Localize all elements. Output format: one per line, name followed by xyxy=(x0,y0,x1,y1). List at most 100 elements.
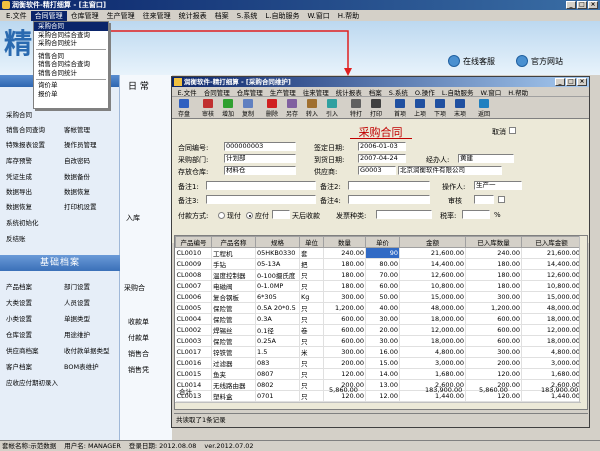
table-cell[interactable]: 10,800.00 xyxy=(521,280,582,292)
table-cell[interactable]: 300.00 xyxy=(465,346,522,358)
table-cell[interactable]: 40.00 xyxy=(365,302,400,314)
minimize-button[interactable]: _ xyxy=(566,1,576,9)
daily-item[interactable]: 收款单 xyxy=(128,317,149,327)
table-cell[interactable]: 保险管 xyxy=(211,335,256,347)
sidebar-item[interactable]: 客户档案 xyxy=(6,361,32,371)
table-cell[interactable]: 240.00 xyxy=(465,247,522,259)
toolbar-button[interactable]: 审核 xyxy=(198,98,218,118)
supplier-name-field[interactable]: 北京润衡软件有限公司 xyxy=(398,166,502,175)
table-cell[interactable]: CL0004 xyxy=(175,313,212,325)
table-cell[interactable]: 只 xyxy=(299,313,324,325)
handler-field[interactable]: 黄建 xyxy=(458,154,514,163)
due-radio[interactable] xyxy=(246,212,253,219)
table-cell[interactable]: 48,000.00 xyxy=(399,302,466,314)
sidebar-item[interactable]: 打印机设置 xyxy=(64,201,97,211)
toolbar-button[interactable]: 打印 xyxy=(366,98,386,118)
table-cell[interactable]: 05-13A xyxy=(255,258,300,270)
sidebar-item[interactable]: 数据备份 xyxy=(64,171,90,181)
table-cell[interactable]: 05HKB0330 xyxy=(255,247,300,259)
table-cell[interactable]: 卷 xyxy=(299,324,324,336)
sidebar-item[interactable]: 用途维护 xyxy=(64,329,90,339)
sidebar-item[interactable]: 仓库设置 xyxy=(6,329,32,339)
table-cell[interactable]: 12,600.00 xyxy=(521,269,582,281)
menu-warehouse[interactable]: 仓库管理 xyxy=(67,11,103,21)
table-cell[interactable]: 0-1.0MP xyxy=(255,280,300,292)
table-row[interactable]: CL0017 锌铁管 1.5 米 300.00 16.00 4,800.00 300.00 4,… xyxy=(175,346,582,358)
sidebar-item[interactable]: 数据恢复 xyxy=(64,186,90,196)
table-cell[interactable]: 180.00 xyxy=(465,258,522,270)
table-cell[interactable]: 600.00 xyxy=(465,335,522,347)
table-cell[interactable]: 18,000.00 xyxy=(399,313,466,325)
table-cell[interactable]: 锌铁管 xyxy=(211,346,256,358)
daily-item[interactable]: 销售凭 xyxy=(128,365,149,375)
official-site-link[interactable]: 官方网站 xyxy=(516,55,563,67)
daily-tab[interactable]: 日 常 xyxy=(128,79,149,92)
note3-field[interactable] xyxy=(206,195,316,204)
table-cell[interactable]: 只 xyxy=(299,368,324,380)
toolbar-button[interactable]: 删除 xyxy=(262,98,282,118)
table-row[interactable]: CL0016 过滤器 083 只 200.00 15.00 3,000.00 200.00 3,… xyxy=(175,357,582,369)
menu-item[interactable]: 档案 xyxy=(365,87,385,97)
table-cell[interactable]: 600.00 xyxy=(323,324,366,336)
table-cell[interactable]: 0.25A xyxy=(255,335,300,347)
menu-item[interactable]: E.文件 xyxy=(174,87,200,97)
tax-field[interactable] xyxy=(462,210,490,219)
sidebar-item[interactable]: 大类设置 xyxy=(6,297,32,307)
note4-field[interactable] xyxy=(348,195,430,204)
table-cell[interactable]: 18,000.00 xyxy=(521,335,582,347)
dropdown-item[interactable]: 报价单 xyxy=(34,90,108,99)
sidebar-item[interactable]: 数据导出 xyxy=(6,186,32,196)
arrive-date-field[interactable]: 2007-04-24 xyxy=(358,154,406,163)
operator-field[interactable]: 生产一 xyxy=(474,181,522,190)
sidebar-item[interactable]: 收付款单据类型 xyxy=(64,345,110,355)
cancel-checkbox[interactable] xyxy=(509,127,516,134)
dropdown-item[interactable]: 采购合同综合查询 xyxy=(34,31,108,40)
daily-item[interactable]: 入库 xyxy=(126,213,140,223)
table-cell[interactable]: 90 xyxy=(365,247,400,259)
table-cell[interactable]: 21,600.00 xyxy=(399,247,466,259)
table-cell[interactable]: 焊锡丝 xyxy=(211,324,256,336)
table-cell[interactable]: 过滤器 xyxy=(211,357,256,369)
online-service-link[interactable]: 在线客服 xyxy=(448,55,495,67)
sidebar-item[interactable]: 产品档案 xyxy=(6,281,32,291)
menu-archive[interactable]: 档案 xyxy=(211,11,233,21)
dropdown-item[interactable]: 销售合同 xyxy=(34,52,108,61)
invoice-type-field[interactable] xyxy=(376,210,432,219)
days-field[interactable] xyxy=(272,210,290,219)
table-cell[interactable]: CL0006 xyxy=(175,291,212,303)
table-cell[interactable]: 手钻 xyxy=(211,258,256,270)
dropdown-item-purchase-contract[interactable]: 采购合同 xyxy=(34,22,108,31)
table-cell[interactable]: 1,680.00 xyxy=(521,368,582,380)
table-row[interactable]: CL0006 复合钢板 6*305 Kg 300.00 50.00 15,000.00 300… xyxy=(175,291,582,303)
contract-no-field[interactable]: 000000003 xyxy=(224,142,296,151)
minimize-button[interactable]: _ xyxy=(555,78,565,86)
grid-column-header[interactable]: 产品编号 xyxy=(175,236,212,248)
grid-column-header[interactable]: 金额 xyxy=(399,236,466,248)
table-cell[interactable]: 30.00 xyxy=(365,335,400,347)
sidebar-item[interactable]: BOM表维护 xyxy=(64,361,99,371)
sidebar-item[interactable]: 部门设置 xyxy=(64,281,90,291)
note1-field[interactable] xyxy=(206,181,316,190)
horizontal-scrollbar[interactable] xyxy=(175,402,581,409)
table-cell[interactable]: 083 xyxy=(255,357,300,369)
table-cell[interactable]: 只 xyxy=(299,357,324,369)
table-cell[interactable]: 0.1径 xyxy=(255,324,300,336)
table-cell[interactable]: 15,000.00 xyxy=(521,291,582,303)
sidebar-item[interactable]: 采购合同 xyxy=(6,109,32,119)
table-cell[interactable]: 4,800.00 xyxy=(521,346,582,358)
sidebar-item[interactable]: 凭证生成 xyxy=(6,171,32,181)
maximize-button[interactable]: □ xyxy=(566,78,576,86)
table-cell[interactable]: 180.00 xyxy=(323,280,366,292)
daily-item[interactable]: 采购合 xyxy=(124,283,145,293)
table-cell[interactable]: CL0002 xyxy=(175,324,212,336)
sidebar-item[interactable]: 特殊报表设置 xyxy=(6,139,45,149)
table-cell[interactable]: 3,000.00 xyxy=(521,357,582,369)
table-cell[interactable]: 180.00 xyxy=(323,258,366,270)
table-cell[interactable]: 只 xyxy=(299,302,324,314)
menu-file[interactable]: E.文件 xyxy=(2,11,31,21)
table-cell[interactable]: 1,200.00 xyxy=(323,302,366,314)
sidebar-item[interactable]: 数据恢复 xyxy=(6,201,32,211)
toolbar-button[interactable]: 下项 xyxy=(430,98,450,118)
table-cell[interactable]: 18,000.00 xyxy=(399,335,466,347)
table-cell[interactable]: 3,000.00 xyxy=(399,357,466,369)
